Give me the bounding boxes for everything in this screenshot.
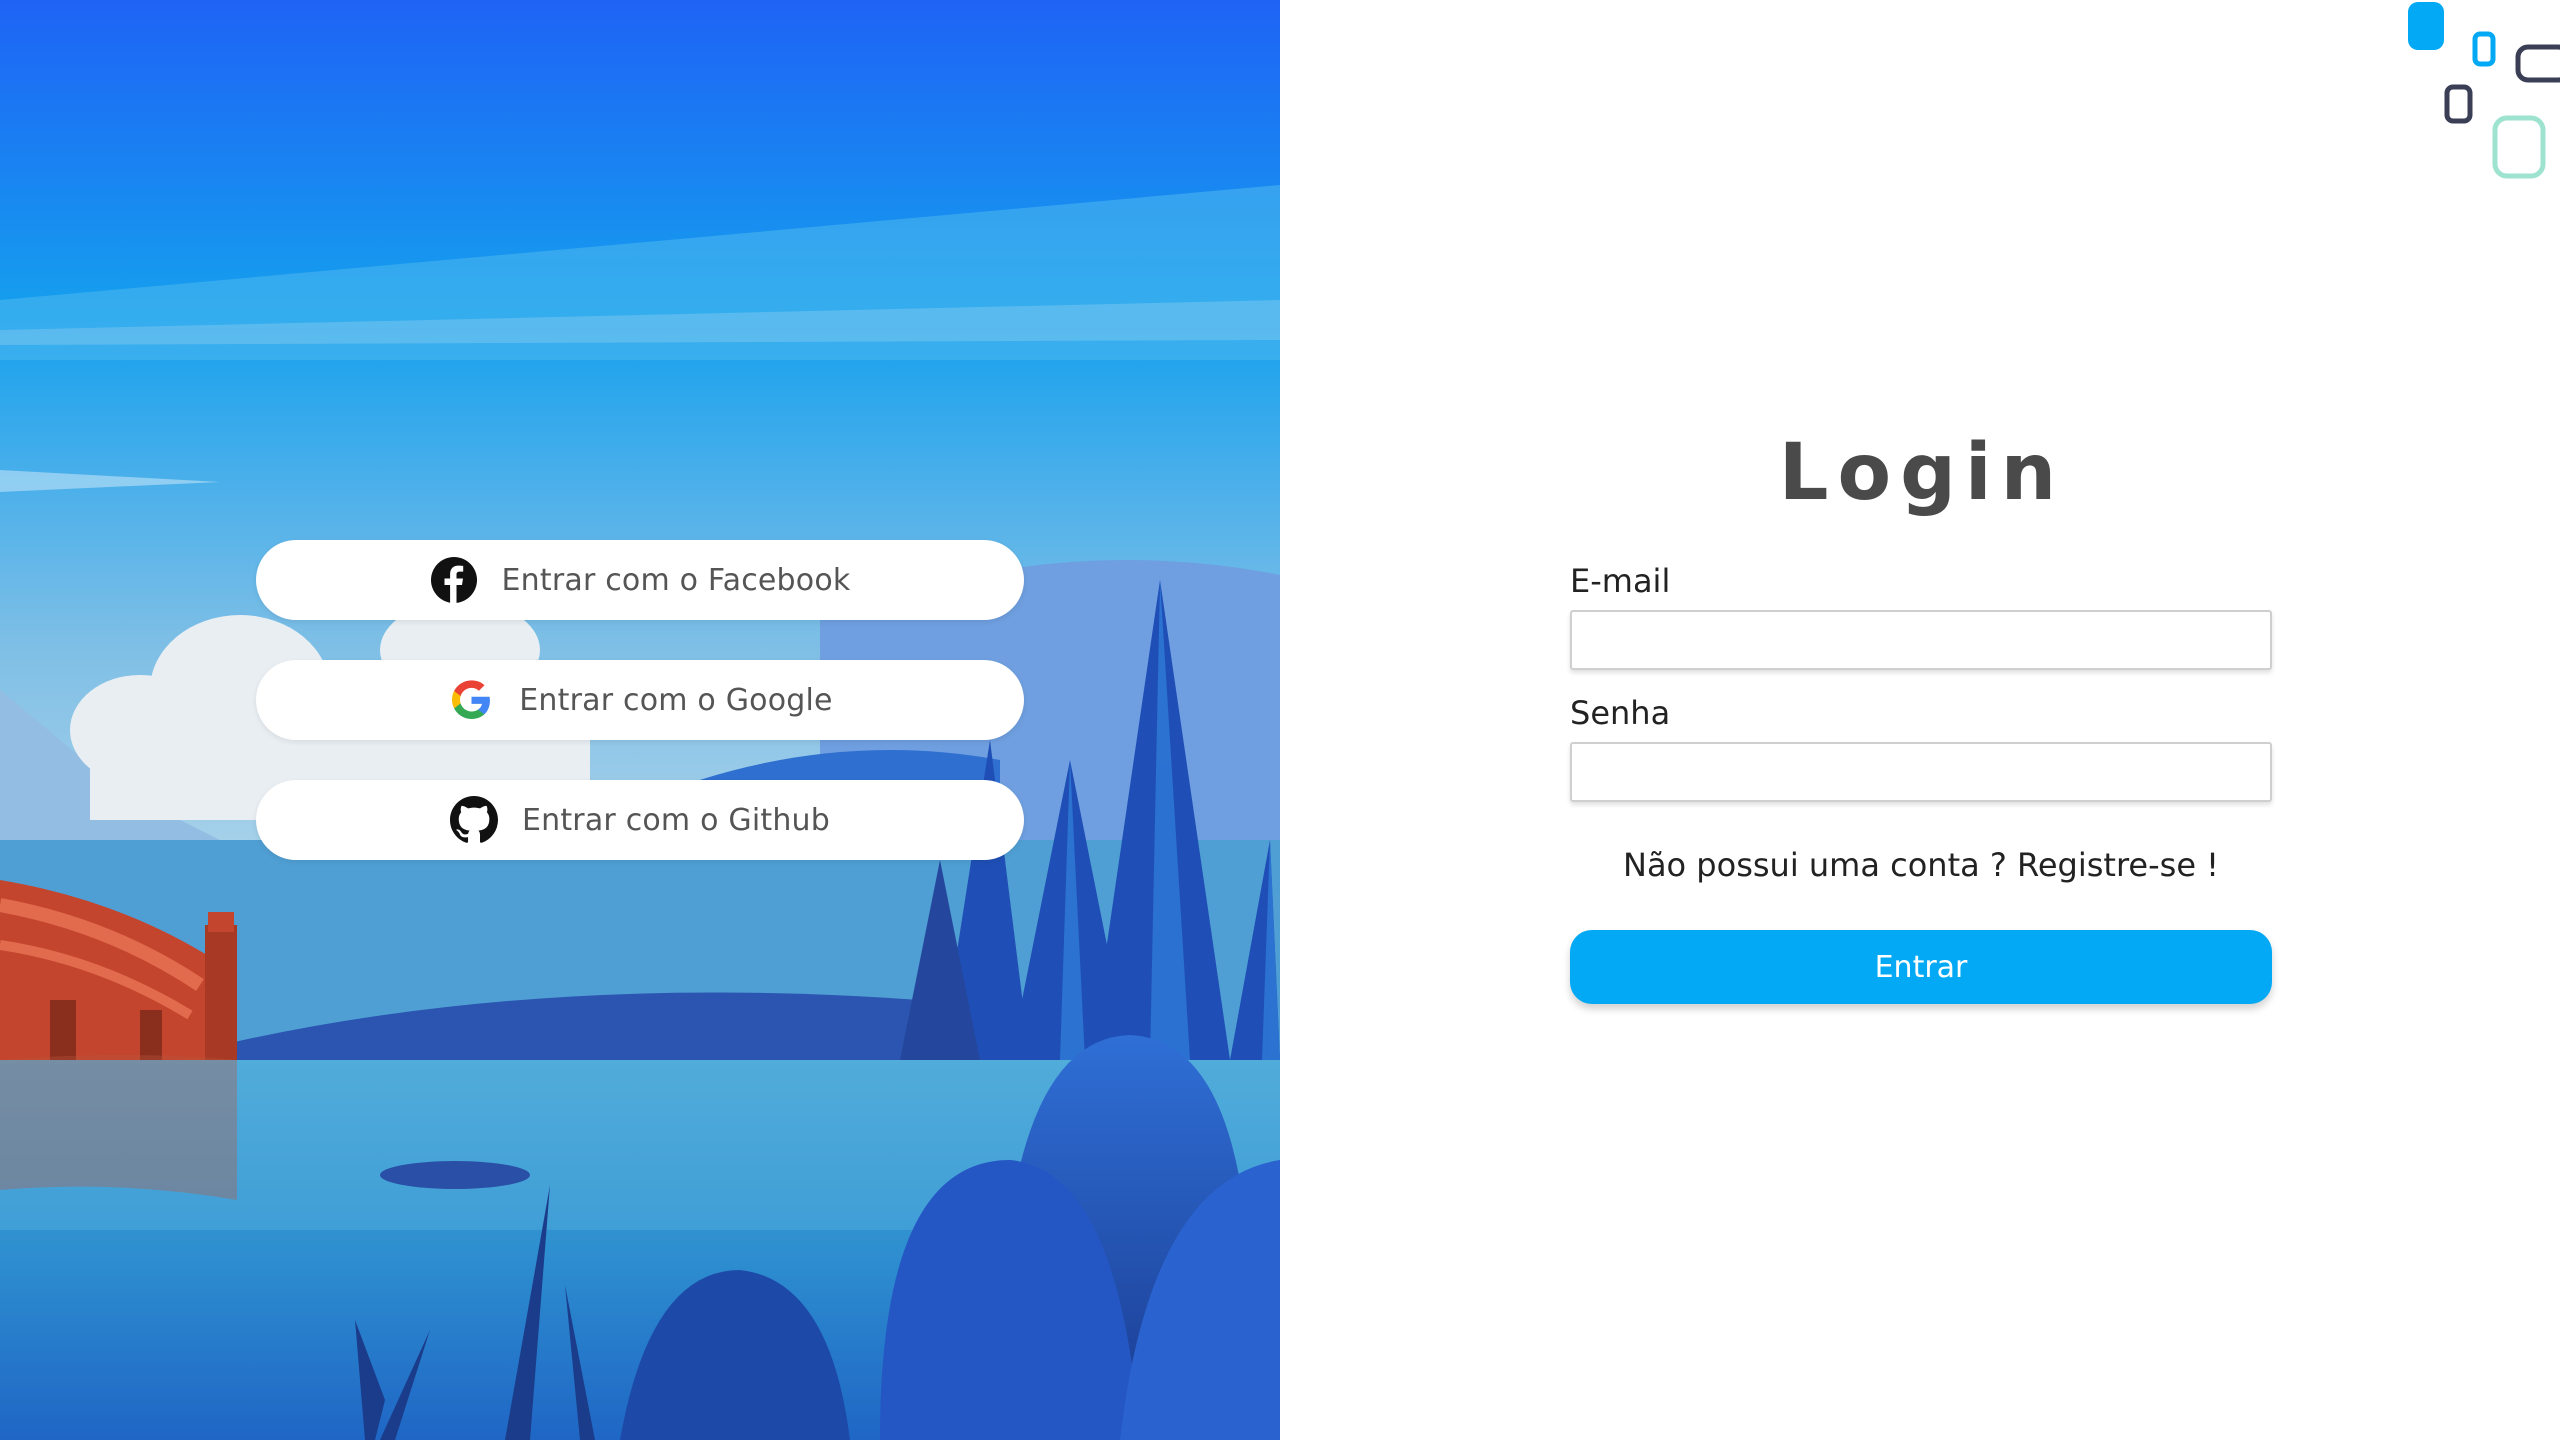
github-icon <box>449 796 498 844</box>
password-label: Senha <box>1570 694 1671 732</box>
login-submit-button[interactable]: Entrar <box>1570 930 2272 1004</box>
facebook-login-label: Entrar com o Facebook <box>501 562 851 598</box>
page-title: Login <box>1778 428 2066 518</box>
github-login-label: Entrar com o Github <box>521 802 831 838</box>
illustration-panel: Entrar com o Facebook Entrar com o Googl… <box>0 0 1280 1440</box>
google-icon <box>447 676 495 724</box>
email-field[interactable] <box>1570 610 2272 670</box>
decorative-shapes <box>2408 2 2560 179</box>
google-login-label: Entrar com o Google <box>519 682 833 718</box>
github-login-button[interactable]: Entrar com o Github <box>256 780 1024 860</box>
password-field[interactable] <box>1570 742 2272 802</box>
google-login-button[interactable]: Entrar com o Google <box>256 660 1024 740</box>
login-panel <box>1280 0 2560 1440</box>
email-label: E-mail <box>1570 562 1671 600</box>
facebook-login-button[interactable]: Entrar com o Facebook <box>256 540 1024 620</box>
register-link[interactable]: Não possui uma conta ? Registre-se ! <box>1570 846 2272 884</box>
facebook-icon <box>430 556 478 604</box>
